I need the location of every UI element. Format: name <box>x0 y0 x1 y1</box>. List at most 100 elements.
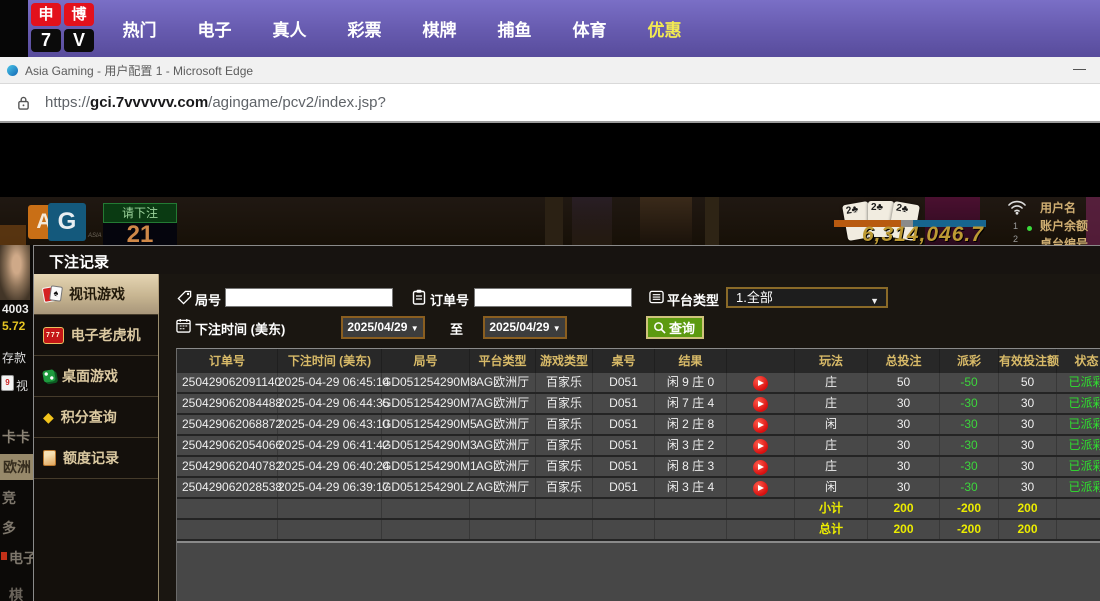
sidebar-item-2[interactable]: 桌面游戏 <box>34 356 158 397</box>
cell-status: 已派彩 <box>1057 457 1100 476</box>
cell-total: 30 <box>868 415 940 434</box>
sidebar-item-label: 视讯游戏 <box>69 284 125 304</box>
sidebar-tab-chess[interactable]: 棋 <box>9 585 23 601</box>
sidebar-tab-jing[interactable]: 竞 <box>2 488 16 508</box>
video-tab-label[interactable]: 视 <box>16 377 28 394</box>
subtotal-row-cell-11: 200 <box>999 499 1057 518</box>
platform-select[interactable]: 1.全部 ▼ <box>726 287 888 308</box>
subtotal-row-cell-0 <box>177 499 278 518</box>
table-number-label: 桌台编号 <box>1040 235 1088 245</box>
cell-valid: 30 <box>999 478 1057 497</box>
sidebar-tab-slots[interactable]: 电子 <box>9 548 33 568</box>
chevron-down-icon: ▼ <box>870 293 879 310</box>
sidebar-item-0[interactable]: ♠ 视讯游戏 <box>34 274 158 315</box>
cell-order-id: 250429062054066 <box>177 436 278 455</box>
nav-item-6[interactable]: 体育 <box>552 16 627 41</box>
platform-select-value: 1.全部 <box>736 290 773 305</box>
col-header-9: 总投注 <box>868 349 940 373</box>
nav-item-3[interactable]: 彩票 <box>327 16 402 41</box>
underlying-sidebar: 4003 5.72 存款 9 视 卡卡 欧洲 竞 多 电子 棋 <box>0 245 33 601</box>
cell-game: 百家乐 <box>536 436 593 455</box>
play-icon <box>758 485 764 491</box>
play-video-button[interactable] <box>753 481 768 496</box>
lock-icon[interactable] <box>17 95 30 111</box>
subtotal-row: 小计200-200200 <box>177 499 1100 520</box>
cell-game: 百家乐 <box>536 373 593 392</box>
grand-total-row-cell-7 <box>727 520 795 539</box>
sidebar-item-1[interactable]: 777电子老虎机 <box>34 315 158 356</box>
spade-card: ♠ <box>49 285 63 302</box>
window-title: Asia Gaming - 用户配置 1 - Microsoft Edge <box>25 62 253 79</box>
cell-table-no: D051 <box>593 436 655 455</box>
cell-total: 50 <box>868 373 940 392</box>
nav-item-1[interactable]: 电子 <box>177 16 252 41</box>
play-icon <box>758 464 764 470</box>
play-video-button[interactable] <box>753 397 768 412</box>
cell-platform: AG欧洲厅 <box>470 436 536 455</box>
cell--play <box>727 373 795 392</box>
cell-side: 庄 <box>795 373 868 392</box>
cell-game: 百家乐 <box>536 415 593 434</box>
cell--play <box>727 478 795 497</box>
url-path: /agingame/pcv2/index.jsp? <box>208 94 386 111</box>
modal-title: 下注记录 <box>49 251 109 272</box>
url-text[interactable]: https://gci.7vvvvvv.com/agingame/pcv2/in… <box>45 94 386 111</box>
cards-icon: ♠ <box>43 286 62 302</box>
play-video-button[interactable] <box>753 439 768 454</box>
username-label: 用户名 <box>1040 199 1076 216</box>
nav-item-2[interactable]: 真人 <box>252 16 327 41</box>
cell-time: 2025-04-29 06:44:35 <box>278 394 382 413</box>
cell-status: 已派彩 <box>1057 415 1100 434</box>
bet-records-table: 订单号下注时间 (美东)局号平台类型游戏类型桌号结果玩法总投注派彩有效投注额状态… <box>176 348 1100 601</box>
cell-result: 闲 3 庄 2 <box>655 436 727 455</box>
cell--play <box>727 457 795 476</box>
play-video-button[interactable] <box>753 460 768 475</box>
slot-machine-shape <box>0 225 26 245</box>
col-header-11: 有效投注额 <box>999 349 1057 373</box>
site-logo[interactable]: 申 博 7 V <box>31 3 94 52</box>
nav-item-0[interactable]: 热门 <box>102 16 177 41</box>
nav-item-5[interactable]: 捕鱼 <box>477 16 552 41</box>
cell--play <box>727 415 795 434</box>
order-input[interactable] <box>474 288 632 307</box>
deposit-button[interactable]: 存款 <box>2 349 26 366</box>
sidebar-item-4[interactable]: 额度记录 <box>34 438 158 479</box>
grand-total-row-cell-0 <box>177 520 278 539</box>
minimize-button[interactable]: — <box>1065 59 1094 78</box>
round-input[interactable] <box>225 288 393 307</box>
nav-item-7[interactable]: 优惠 <box>627 16 702 41</box>
address-bar[interactable]: https://gci.7vvvvvv.com/agingame/pcv2/in… <box>0 84 1100 123</box>
slot-machine-shape <box>572 197 612 245</box>
play-video-button[interactable] <box>753 418 768 433</box>
grand-total-row-cell-8: 总计 <box>795 520 868 539</box>
sidebar-tab-duo[interactable]: 多 <box>2 518 16 538</box>
search-button-label: 查询 <box>669 318 695 337</box>
sidebar-tab-kaka[interactable]: 卡卡 <box>2 427 30 447</box>
date-from-picker[interactable]: 2025/04/29 ▼ <box>341 316 425 339</box>
search-button[interactable]: 查询 <box>646 316 704 339</box>
modal-sidebar: ♠ 视讯游戏 777电子老虎机桌面游戏◆积分查询额度记录 <box>34 274 159 601</box>
col-header-12: 状态 <box>1057 349 1100 373</box>
cell-order-id: 250429062040782 <box>177 457 278 476</box>
sidebar-tab-europe[interactable]: 欧洲 <box>0 454 33 480</box>
date-to-picker[interactable]: 2025/04/29 ▼ <box>483 316 567 339</box>
platform-list-icon <box>649 290 664 309</box>
cell-time: 2025-04-29 06:45:14 <box>278 373 382 392</box>
ag-logo: A G ASIA GAMING <box>28 203 114 245</box>
cell-side: 庄 <box>795 436 868 455</box>
grand-total-row-cell-5 <box>593 520 655 539</box>
user-balance: 5.72 <box>2 319 25 333</box>
search-icon <box>653 321 666 334</box>
cell-time: 2025-04-29 06:41:42 <box>278 436 382 455</box>
platform-label: 平台类型 <box>667 290 719 309</box>
cell-payout: -30 <box>940 457 999 476</box>
cell-round-id: GD051254290M1 <box>382 457 470 476</box>
cell-game: 百家乐 <box>536 478 593 497</box>
nav-item-4[interactable]: 棋牌 <box>402 16 477 41</box>
cell-order-id: 250429062084488 <box>177 394 278 413</box>
play-video-button[interactable] <box>753 376 768 391</box>
grand-total-row-cell-2 <box>382 520 470 539</box>
table-header-row: 订单号下注时间 (美东)局号平台类型游戏类型桌号结果玩法总投注派彩有效投注额状态 <box>177 349 1100 373</box>
sidebar-item-3[interactable]: ◆积分查询 <box>34 397 158 438</box>
avatar[interactable] <box>0 245 30 300</box>
